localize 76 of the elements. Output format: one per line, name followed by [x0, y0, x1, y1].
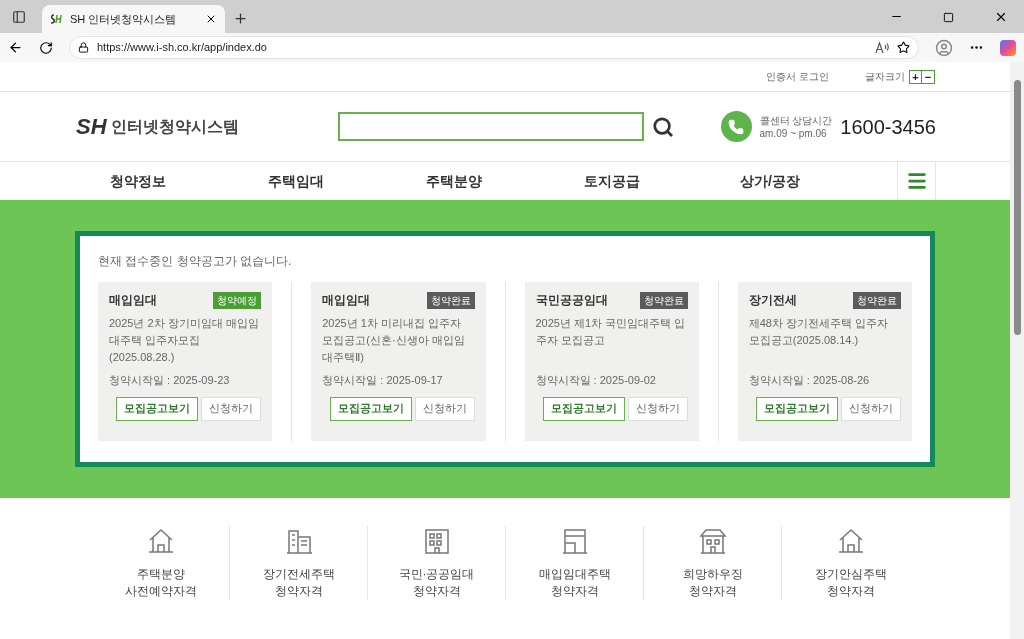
nav-menu-item[interactable]: 주택분양 [375, 170, 533, 192]
call-center-label: 콜센터 상담시간 [759, 113, 833, 127]
back-icon[interactable] [8, 40, 23, 55]
nav-menu-item[interactable]: 상가/공장 [691, 170, 849, 192]
apply-button[interactable]: 신청하기 [627, 396, 688, 421]
qualification-title: 장기안심주택 [814, 566, 887, 583]
apply-button[interactable]: 신청하기 [414, 396, 475, 421]
search-icon[interactable] [652, 115, 674, 138]
tab-title: SH 인터넷청약시스템 [70, 11, 178, 27]
profile-icon[interactable] [935, 38, 953, 57]
qualification-subtitle: 사전예약자격 [124, 583, 197, 600]
search-field[interactable] [338, 112, 644, 141]
card-category: 매입임대 [109, 292, 157, 309]
status-badge: 청약예정 [213, 291, 262, 309]
qualification-title: 주택분양 [136, 566, 185, 583]
qualification-subtitle: 청약자격 [274, 583, 323, 600]
qualification-link[interactable]: 매입임대주택 청약자격 [506, 526, 643, 600]
read-aloud-icon[interactable] [875, 41, 889, 54]
qualification-title: 매입임대주택 [538, 566, 611, 583]
phone-icon [720, 111, 752, 142]
status-badge: 청약완료 [853, 291, 901, 309]
close-icon[interactable] [205, 13, 217, 25]
apply-button[interactable]: 신청하기 [841, 396, 901, 421]
qualification-link[interactable]: 희망하우징 청약자격 [644, 526, 781, 600]
nav-menu-item[interactable]: 청약정보 [59, 170, 217, 192]
qualification-subtitle: 청약자격 [826, 583, 875, 600]
card-title: 2025년 1차 미리내집 입주자 모집공고(신혼·신생아 매입임대주택Ⅱ) [322, 316, 466, 365]
phone-number: 1600-3456 [840, 114, 936, 140]
call-center-hours: am.09 ~ pm.06 [759, 126, 828, 140]
qualification-link[interactable]: 국민·공공임대 청약자격 [368, 526, 505, 600]
close-icon[interactable] [994, 10, 1008, 24]
certificate-login-link[interactable]: 인증서 로그인 [766, 69, 829, 84]
view-notice-button[interactable]: 모집공고보기 [756, 396, 838, 421]
font-size-label: 글자크기 [865, 70, 905, 84]
font-increase-button[interactable]: + [910, 70, 922, 83]
card-category: 국민공공임대 [535, 292, 608, 309]
qualification-link[interactable]: 장기안심주택 청약자격 [782, 526, 919, 600]
card-date: 청약시작일 : 2025-09-17 [322, 373, 444, 388]
card-title: 제48차 장기전세주택 입주자 모집공고(2025.08.14.) [748, 316, 890, 348]
notice-text: 현재 접수중인 청약공고가 없습니다. [98, 253, 293, 270]
qualification-subtitle: 청약자격 [550, 583, 599, 600]
house-icon [697, 526, 728, 556]
sidebar-icon[interactable] [12, 10, 26, 24]
nav-menu-item[interactable]: 토지공급 [533, 170, 691, 192]
qualification-link[interactable]: 주택분양 사전예약자격 [92, 526, 229, 600]
status-badge: 청약완료 [426, 291, 475, 309]
maximize-icon[interactable] [943, 12, 954, 23]
favorite-icon[interactable] [897, 41, 910, 54]
card-date: 청약시작일 : 2025-09-02 [535, 373, 657, 388]
nav-menu-item[interactable]: 주택임대 [217, 170, 375, 192]
card-date: 청약시작일 : 2025-09-23 [109, 373, 231, 388]
view-notice-button[interactable]: 모집공고보기 [329, 396, 412, 421]
font-decrease-button[interactable]: − [922, 70, 934, 83]
status-badge: 청약완료 [639, 291, 688, 309]
address-bar[interactable]: https://www.i-sh.co.kr/app/index.do [69, 36, 919, 59]
card-title: 2025년 제1차 국민임대주택 입주자 모집공고 [535, 316, 687, 348]
qualification-subtitle: 청약자격 [688, 583, 737, 600]
reload-icon[interactable] [39, 40, 53, 55]
url-text: https://www.i-sh.co.kr/app/index.do [97, 40, 268, 56]
favicon-icon [50, 14, 62, 24]
card-category: 장기전세 [748, 292, 797, 309]
view-notice-button[interactable]: 모집공고보기 [116, 396, 199, 421]
qualification-title: 희망하우징 [682, 566, 743, 583]
new-tab-icon[interactable] [233, 11, 248, 26]
browser-tab[interactable]: SH 인터넷청약시스템 [42, 5, 225, 33]
lock-icon [78, 42, 89, 53]
card-category: 매입임대 [322, 292, 371, 309]
qualification-title: 장기전세주택 [262, 566, 335, 583]
view-notice-button[interactable]: 모집공고보기 [542, 396, 625, 421]
apply-button[interactable]: 신청하기 [201, 396, 262, 421]
qualification-title: 국민·공공임대 [398, 566, 475, 583]
qualification-subtitle: 청약자격 [412, 583, 461, 600]
card-date: 청약시작일 : 2025-08-26 [748, 373, 871, 388]
qualification-link[interactable]: 장기전세주택 청약자격 [230, 526, 367, 600]
site-logo[interactable]: SH 인터넷청약시스템 [76, 110, 338, 143]
card-title: 2025년 2차 장기미임대 매입임대주택 입주자모집(2025.08.28.) [109, 316, 260, 365]
